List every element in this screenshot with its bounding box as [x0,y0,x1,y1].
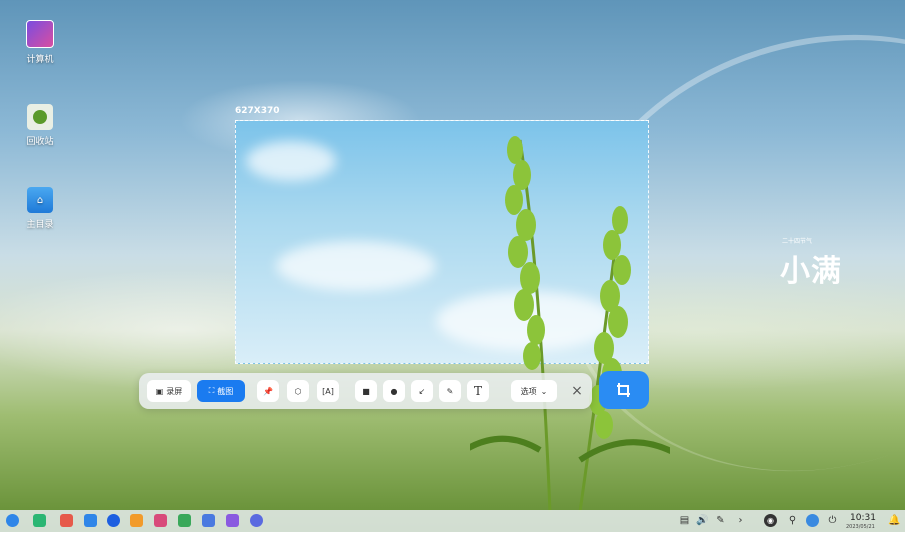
ocr-button[interactable]: [A] [317,380,339,402]
screenshot-toolbar: ▣ 录屏 ⛶ 截图 📌 ⬡ [A] ■ ● ↙ ✎ T 选项 ⌄ × [139,373,592,409]
blur-button[interactable]: ⬡ [287,380,309,402]
record-icon: ▣ [155,386,164,396]
desktop-icon-trash[interactable]: 回收站 [10,104,70,147]
pen-tool-button[interactable]: ✎ [439,380,461,402]
rectangle-icon: ■ [362,386,370,396]
multitask-view-icon[interactable] [33,514,46,527]
browser-icon[interactable] [107,514,120,527]
network-icon[interactable] [806,514,819,527]
crop-icon [617,383,630,397]
image-viewer-icon[interactable] [178,514,191,527]
calendar-icon[interactable] [226,514,239,527]
options-label: 选项 [520,386,537,396]
arrow-tool-button[interactable]: ↙ [411,380,433,402]
selection-size-label: 627X370 [235,106,280,116]
power-icon[interactable]: ⏻ [826,514,839,527]
settings-icon[interactable] [250,514,263,527]
desktop-icon-label: 计算机 [26,55,54,65]
desktop-icon-label: 主目录 [26,220,54,230]
capture-mode-label: 截图 [217,386,234,396]
clock-time[interactable]: 10:31 [850,513,876,523]
pin-icon: 📌 [263,386,273,396]
desktop-icon-computer[interactable]: 计算机 [10,20,70,65]
video-icon[interactable] [154,514,167,527]
home-folder-icon: ⌂ [27,187,53,213]
festival-caption: 二十四节气 [782,238,813,245]
ellipse-icon: ● [390,386,398,396]
text-icon: T [473,384,482,398]
blur-icon: ⬡ [294,386,302,396]
rectangle-tool-button[interactable]: ■ [355,380,377,402]
expand-tray-icon[interactable]: › [734,514,747,527]
close-button[interactable]: × [567,380,587,402]
wheat-illustration [470,136,670,512]
capture-mode-button[interactable]: ⛶ 截图 [197,380,245,402]
search-icon[interactable]: ⚲ [786,514,799,527]
computer-icon [26,20,54,48]
record-mode-label: 录屏 [166,386,183,396]
desktop-icon-label: 回收站 [26,137,54,147]
clock-date[interactable]: 2023/05/21 [846,524,875,530]
capture-icon: ⛶ [208,386,215,395]
launcher-icon[interactable] [6,514,19,527]
ocr-icon: [A] [322,386,334,396]
record-mode-button[interactable]: ▣ 录屏 [147,380,191,402]
close-icon: × [571,383,583,399]
chevron-down-icon: ⌄ [540,386,548,396]
music-icon[interactable] [130,514,143,527]
keyboard-icon[interactable]: ▤ [678,514,691,527]
trash-icon [27,104,53,130]
volume-icon[interactable]: 🔊 [696,514,709,527]
desktop-icon-home[interactable]: ⌂ 主目录 [10,187,70,230]
taskbar: ▤ 🔊 ✎ › ◉ ⚲ ⏻ 🔔 [0,510,905,532]
pen-tray-icon[interactable]: ✎ [714,514,727,527]
confirm-capture-button[interactable] [599,371,649,409]
ellipse-tool-button[interactable]: ● [383,380,405,402]
arrow-icon: ↙ [418,386,426,396]
festival-name: 小满 [780,254,842,289]
screenshot-tray-icon[interactable]: ◉ [764,514,777,527]
app-store-icon[interactable] [60,514,73,527]
text-tool-button[interactable]: T [467,380,489,402]
pin-button[interactable]: 📌 [257,380,279,402]
pen-icon: ✎ [446,386,454,396]
options-dropdown[interactable]: 选项 ⌄ [511,380,557,402]
text-editor-icon[interactable] [202,514,215,527]
notification-bell-icon[interactable]: 🔔 [888,514,901,527]
file-manager-icon[interactable] [84,514,97,527]
